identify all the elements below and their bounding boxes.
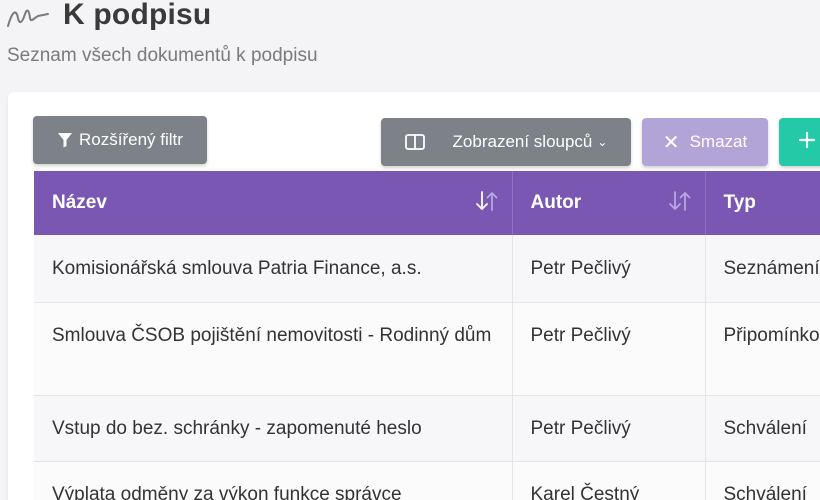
column-header-label: Název: [52, 192, 107, 213]
cell-autor: Petr Pečlivý: [512, 302, 706, 396]
cell-nazev: Výplata odměny za výkon funkce správce: [34, 461, 513, 500]
column-header-typ[interactable]: Typ: [705, 171, 820, 235]
cell-nazev: Komisionářská smlouva Patria Finance, a.…: [34, 235, 513, 303]
page-subtitle: Seznam všech dokumentů k podpisu: [7, 45, 318, 66]
cell-nazev: Smlouva ČSOB pojištění nemovitosti - Rod…: [34, 302, 513, 396]
advanced-filter-label: Rozšířený filtr: [79, 130, 183, 149]
table-row[interactable]: Vstup do bez. schránky - zapomenuté hesl…: [34, 395, 820, 462]
column-visibility-label: Zobrazení sloupců: [452, 132, 593, 151]
table-row[interactable]: Smlouva ČSOB pojištění nemovitosti - Rod…: [34, 302, 820, 396]
table-header-row: Název Autor Typ: [34, 171, 820, 235]
table-row[interactable]: Výplata odměny za výkon funkce správce K…: [34, 461, 820, 500]
cell-typ: Schválení: [705, 461, 820, 500]
cell-autor: Petr Pečlivý: [512, 395, 706, 462]
page: K podpisu Seznam všech dokumentů k podpi…: [0, 0, 820, 500]
delete-label: Smazat: [689, 132, 748, 151]
column-header-nazev[interactable]: Název: [34, 171, 513, 235]
column-visibility-button[interactable]: Zobrazení sloupců ⌄: [381, 118, 631, 166]
cell-typ: Seznámení: [705, 235, 820, 303]
column-header-label: Typ: [723, 192, 756, 213]
table-row[interactable]: Komisionářská smlouva Patria Finance, a.…: [34, 235, 820, 303]
cell-nazev: Vstup do bez. schránky - zapomenuté hesl…: [34, 395, 513, 462]
funnel-icon: [57, 132, 73, 148]
chevron-down-icon: ⌄: [597, 135, 608, 149]
cell-typ: Schválení: [705, 395, 820, 462]
page-header: K podpisu Seznam všech dokumentů k podpi…: [0, 0, 820, 92]
cell-autor: Petr Pečlivý: [512, 235, 706, 303]
column-header-label: Autor: [530, 192, 582, 213]
plus-icon: [798, 131, 816, 153]
documents-table: Název Autor Typ Komisionářská smlouva Pa…: [34, 171, 820, 500]
delete-button[interactable]: ✕ Smazat: [642, 118, 768, 166]
advanced-filter-button[interactable]: Rozšířený filtr: [33, 116, 207, 164]
column-header-autor[interactable]: Autor: [512, 171, 706, 235]
add-button[interactable]: [779, 118, 820, 166]
page-title: K podpisu: [63, 0, 212, 31]
cell-autor: Karel Čestný: [512, 461, 706, 500]
signature-icon: [7, 9, 49, 27]
cell-typ: Připomínko: [705, 302, 820, 396]
columns-icon: [404, 134, 425, 150]
sort-icon[interactable]: [667, 190, 693, 212]
sort-descending-icon[interactable]: [474, 190, 500, 212]
close-icon: ✕: [662, 131, 680, 154]
